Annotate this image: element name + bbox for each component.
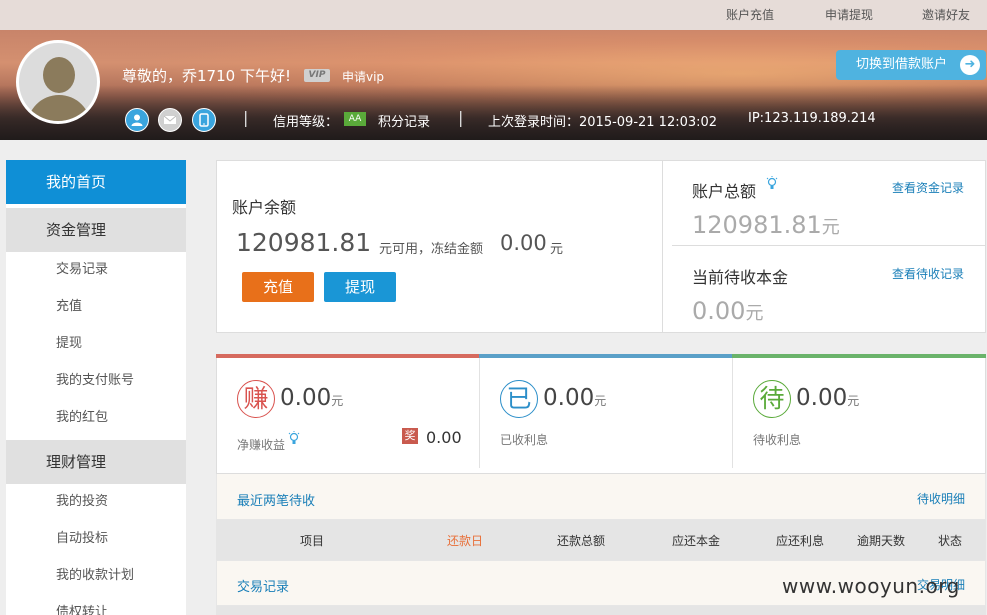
column-header-total-repayment: 还款总额 bbox=[557, 534, 606, 548]
sidebar-item-red-packets[interactable]: 我的红包 bbox=[6, 400, 186, 436]
avatar[interactable] bbox=[16, 40, 100, 124]
recent-pending-title: 最近两笔待收 bbox=[237, 494, 316, 509]
total-assets-label: 账户总额 bbox=[692, 182, 757, 201]
available-suffix: 元可用，冻结金额 bbox=[379, 242, 484, 257]
recharge-link[interactable]: 账户充值 bbox=[726, 6, 774, 23]
received-interest-icon: 已 bbox=[500, 380, 538, 418]
view-fund-records-link[interactable]: 查看资金记录 bbox=[892, 179, 964, 196]
recharge-button[interactable]: 充值 bbox=[242, 272, 314, 302]
apply-vip-link[interactable]: 申请vip bbox=[342, 68, 384, 85]
frozen-unit: 元 bbox=[550, 242, 564, 257]
sidebar-item-payment-accounts[interactable]: 我的支付账号 bbox=[6, 363, 186, 399]
available-balance: 120981.81 bbox=[236, 228, 372, 257]
credit-level-badge: AA bbox=[344, 112, 366, 126]
sidebar-item-recharge[interactable]: 充值 bbox=[6, 289, 186, 325]
net-earnings-icon: 赚 bbox=[237, 380, 275, 418]
divider: | bbox=[458, 108, 464, 127]
sidebar-section-funds[interactable]: 资金管理 bbox=[6, 208, 186, 252]
received-interest-value: 0.00元 bbox=[543, 385, 607, 411]
divider bbox=[672, 245, 985, 246]
arrow-right-icon: ➜ bbox=[960, 55, 980, 75]
column-header-principal-due: 应还本金 bbox=[672, 534, 721, 548]
divider: | bbox=[243, 108, 249, 127]
points-record-link[interactable]: 积分记录 bbox=[378, 111, 430, 130]
column-header-overdue-days: 逾期天数 bbox=[857, 534, 906, 548]
sidebar-item-transactions[interactable]: 交易记录 bbox=[6, 252, 186, 288]
earnings-stats-panel bbox=[216, 354, 986, 474]
last-login-time: 上次登录时间：2015-09-21 12:03:02 bbox=[488, 115, 718, 130]
transactions-title: 交易记录 bbox=[237, 580, 290, 595]
balance-label: 账户余额 bbox=[232, 198, 297, 217]
sidebar-item-withdraw[interactable]: 提现 bbox=[6, 326, 186, 362]
watermark: www.wooyun.org bbox=[782, 574, 960, 598]
divider bbox=[662, 161, 663, 332]
frozen-amount: 0.00 bbox=[500, 231, 547, 255]
pending-principal-label: 当前待收本金 bbox=[692, 268, 789, 287]
sidebar-item-collection-plan[interactable]: 我的收款计划 bbox=[6, 558, 186, 594]
vip-badge: VIP bbox=[304, 69, 330, 82]
pending-detail-link[interactable]: 待收明细 bbox=[917, 490, 965, 507]
greeting-text: 尊敬的，乔1710 下午好! bbox=[122, 67, 291, 85]
column-header-interest-due: 应还利息 bbox=[776, 534, 825, 548]
column-header-repayment-date: 还款日 bbox=[447, 534, 484, 548]
mail-icon[interactable] bbox=[158, 108, 182, 132]
pending-principal-value: 0.00元 bbox=[692, 297, 764, 325]
credit-level-label: 信用等级： bbox=[273, 115, 339, 130]
net-earnings-label: 净赚收益 bbox=[237, 438, 286, 452]
recent-pending-header bbox=[216, 474, 986, 520]
received-interest-label: 已收利息 bbox=[500, 433, 549, 447]
top-bar: 账户充值 申请提现 邀请好友 bbox=[0, 0, 987, 30]
net-earnings-value: 0.00元 bbox=[280, 385, 344, 411]
ip-address: IP:123.119.189.214 bbox=[748, 111, 876, 126]
user-icon[interactable] bbox=[125, 108, 149, 132]
pending-interest-value: 0.00元 bbox=[796, 385, 860, 411]
sidebar-item-my-investments[interactable]: 我的投资 bbox=[6, 484, 186, 520]
pending-interest-label: 待收利息 bbox=[753, 433, 802, 447]
sidebar-item-home[interactable]: 我的首页 bbox=[6, 160, 186, 204]
lightbulb-icon bbox=[766, 176, 778, 196]
view-pending-records-link[interactable]: 查看待收记录 bbox=[892, 265, 964, 282]
column-header-project: 项目 bbox=[300, 534, 325, 548]
pending-interest-icon: 待 bbox=[753, 380, 791, 418]
reward-value: 0.00 bbox=[426, 428, 462, 447]
sidebar-item-debt-transfer[interactable]: 债权转让 bbox=[6, 595, 186, 615]
sidebar-item-auto-bid[interactable]: 自动投标 bbox=[6, 521, 186, 557]
reward-badge: 奖 bbox=[402, 428, 418, 444]
withdraw-apply-link[interactable]: 申请提现 bbox=[825, 6, 873, 23]
sidebar-section-investment[interactable]: 理财管理 bbox=[6, 440, 186, 484]
switch-to-borrow-account-button[interactable]: 切换到借款账户 ➜ bbox=[836, 50, 986, 80]
mobile-icon[interactable] bbox=[192, 108, 216, 132]
withdraw-button[interactable]: 提现 bbox=[324, 272, 396, 302]
column-header-status: 状态 bbox=[938, 534, 963, 548]
lightbulb-icon bbox=[288, 431, 300, 451]
total-assets-value: 120981.81元 bbox=[692, 211, 840, 239]
invite-friends-link[interactable]: 邀请好友 bbox=[922, 6, 970, 23]
